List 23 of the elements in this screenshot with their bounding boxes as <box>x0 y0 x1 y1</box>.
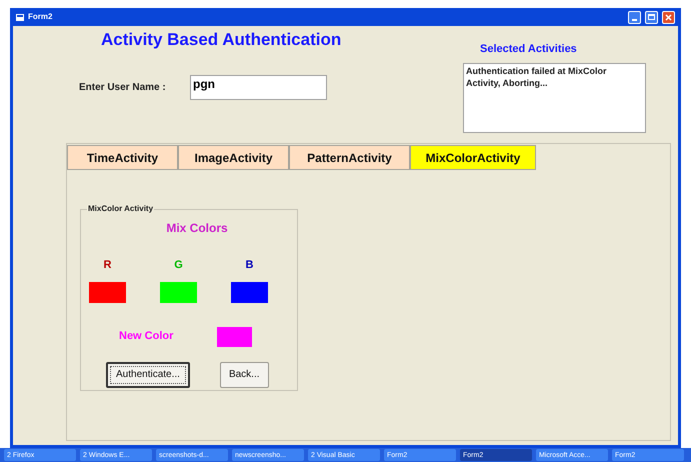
group-title: MixColor Activity <box>87 203 154 215</box>
form-heading: Activity Based Authentication <box>101 29 342 51</box>
dialog-button[interactable]: Back... <box>220 362 269 388</box>
tab[interactable]: ImageActivity <box>178 145 289 170</box>
activities-label: Selected Activities <box>480 42 578 57</box>
username-field[interactable]: pgn <box>190 74 327 100</box>
channel-label: B <box>246 258 254 273</box>
channel-label: G <box>174 258 183 273</box>
close-button[interactable] <box>662 10 675 24</box>
activities-box: Authentication failed at MixColor Activity, Aborting... <box>463 62 646 132</box>
channel-label: R <box>104 258 112 273</box>
new-color-label: New Color <box>119 329 174 344</box>
app-icon <box>16 14 24 20</box>
close-icon <box>665 14 672 20</box>
minimize-button[interactable] <box>628 10 641 24</box>
tab[interactable]: TimeActivity <box>67 145 178 170</box>
tab[interactable]: PatternActivity <box>289 145 410 170</box>
window-title: Form2 <box>28 11 52 23</box>
maximize-button[interactable] <box>645 10 658 24</box>
field-label: Enter User Name : <box>79 80 167 94</box>
tab[interactable]: MixColorActivity <box>410 145 536 170</box>
mix-colors-heading: Mix Colors <box>166 220 228 237</box>
dialog-button[interactable]: Authenticate... <box>106 362 190 388</box>
